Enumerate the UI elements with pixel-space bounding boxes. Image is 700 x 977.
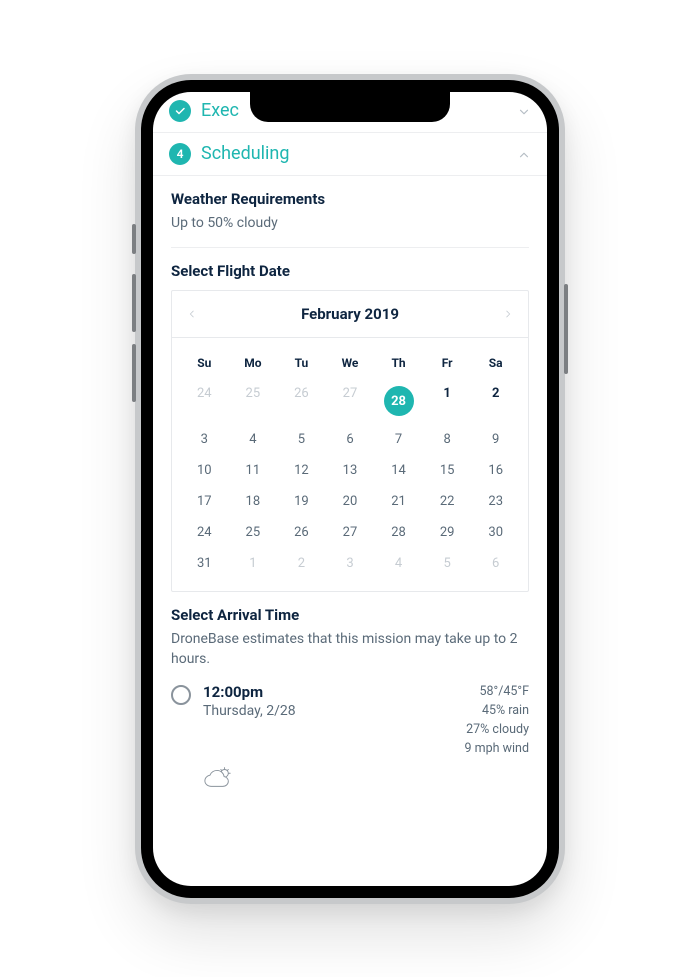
calendar-day[interactable]: 24	[180, 517, 229, 548]
calendar-day[interactable]: 14	[374, 455, 423, 486]
calendar-day[interactable]: 1	[423, 378, 472, 424]
calendar-day[interactable]: 22	[423, 486, 472, 517]
calendar-day[interactable]: 10	[180, 455, 229, 486]
calendar-day[interactable]: 11	[229, 455, 278, 486]
calendar-day[interactable]: 16	[471, 455, 520, 486]
chevron-down-icon	[517, 104, 531, 118]
calendar-day-selected[interactable]: 28	[374, 378, 423, 424]
calendar-day[interactable]: 17	[180, 486, 229, 517]
calendar-day[interactable]: 7	[374, 424, 423, 455]
calendar-dow: Su	[180, 346, 229, 378]
phone-side-button	[132, 224, 136, 254]
calendar-day[interactable]: 18	[229, 486, 278, 517]
calendar-dow: Tu	[277, 346, 326, 378]
arrival-date-value: Thursday, 2/28	[203, 703, 465, 719]
calendar-day[interactable]: 26	[277, 517, 326, 548]
calendar-day[interactable]: 15	[423, 455, 472, 486]
calendar-day[interactable]: 9	[471, 424, 520, 455]
calendar-header: February 2019	[172, 291, 528, 338]
phone-side-button	[564, 284, 568, 374]
arrival-rain: 45% rain	[465, 702, 529, 721]
flight-date-section: Select Flight Date	[153, 248, 547, 280]
arrival-title: Select Arrival Time	[171, 606, 529, 624]
calendar: February 2019 SuMoTuWeThFrSa242526272812…	[171, 290, 529, 592]
calendar-dow: Sa	[471, 346, 520, 378]
calendar-day[interactable]: 23	[471, 486, 520, 517]
arrival-cloud: 27% cloudy	[465, 721, 529, 740]
calendar-day[interactable]: 19	[277, 486, 326, 517]
phone-notch	[250, 92, 450, 122]
calendar-day[interactable]: 30	[471, 517, 520, 548]
phone-screen: Exec 4 Scheduling Weather Requirements	[153, 92, 547, 886]
calendar-month-label: February 2019	[301, 305, 399, 323]
calendar-dow: Mo	[229, 346, 278, 378]
arrival-time-section: Select Arrival Time DroneBase estimates …	[153, 592, 547, 792]
calendar-day[interactable]: 1	[229, 548, 278, 579]
arrival-temp: 58°/45°F	[465, 683, 529, 702]
calendar-dow: We	[326, 346, 375, 378]
calendar-day[interactable]: 25	[229, 517, 278, 548]
phone-frame: Exec 4 Scheduling Weather Requirements	[135, 74, 565, 904]
calendar-next-button[interactable]	[502, 308, 514, 320]
calendar-day[interactable]: 3	[180, 424, 229, 455]
calendar-day[interactable]: 4	[229, 424, 278, 455]
calendar-dow: Th	[374, 346, 423, 378]
calendar-day[interactable]: 2	[471, 378, 520, 424]
check-icon	[169, 100, 191, 122]
calendar-day[interactable]: 6	[326, 424, 375, 455]
phone-side-button	[132, 274, 136, 332]
arrival-time-value: 12:00pm	[203, 683, 465, 701]
flight-date-title: Select Flight Date	[171, 262, 529, 280]
calendar-day[interactable]: 21	[374, 486, 423, 517]
calendar-day[interactable]: 4	[374, 548, 423, 579]
calendar-day[interactable]: 12	[277, 455, 326, 486]
calendar-day[interactable]: 2	[277, 548, 326, 579]
chevron-up-icon	[517, 147, 531, 161]
calendar-day[interactable]: 29	[423, 517, 472, 548]
calendar-day[interactable]: 5	[423, 548, 472, 579]
phone-side-button	[132, 344, 136, 402]
step-current-row[interactable]: 4 Scheduling	[153, 133, 547, 176]
calendar-day[interactable]: 20	[326, 486, 375, 517]
arrival-subtitle: DroneBase estimates that this mission ma…	[171, 630, 529, 669]
calendar-day[interactable]: 13	[326, 455, 375, 486]
step-number-badge: 4	[169, 143, 191, 165]
weather-req-title: Weather Requirements	[171, 190, 529, 208]
arrival-time-option[interactable]: 12:00pm Thursday, 2/28 58°/45°F 45% rain…	[171, 683, 529, 758]
calendar-grid: SuMoTuWeThFrSa24252627281234567891011121…	[172, 338, 528, 591]
calendar-day[interactable]: 6	[471, 548, 520, 579]
weather-req-value: Up to 50% cloudy	[171, 214, 529, 234]
calendar-day[interactable]: 5	[277, 424, 326, 455]
calendar-day[interactable]: 28	[374, 517, 423, 548]
calendar-day[interactable]: 31	[180, 548, 229, 579]
calendar-day[interactable]: 27	[326, 517, 375, 548]
arrival-wind: 9 mph wind	[465, 740, 529, 759]
calendar-day[interactable]: 8	[423, 424, 472, 455]
calendar-dow: Fr	[423, 346, 472, 378]
step-current-label: Scheduling	[201, 143, 517, 164]
calendar-day[interactable]: 24	[180, 378, 229, 424]
cloud-sun-icon	[203, 766, 529, 792]
calendar-day[interactable]: 3	[326, 548, 375, 579]
radio-button[interactable]	[171, 685, 191, 705]
calendar-day[interactable]: 27	[326, 378, 375, 424]
arrival-weather-info: 58°/45°F 45% rain 27% cloudy 9 mph wind	[465, 683, 529, 758]
calendar-prev-button[interactable]	[186, 308, 198, 320]
weather-requirements-section: Weather Requirements Up to 50% cloudy	[153, 176, 547, 234]
calendar-day[interactable]: 26	[277, 378, 326, 424]
calendar-day[interactable]: 25	[229, 378, 278, 424]
